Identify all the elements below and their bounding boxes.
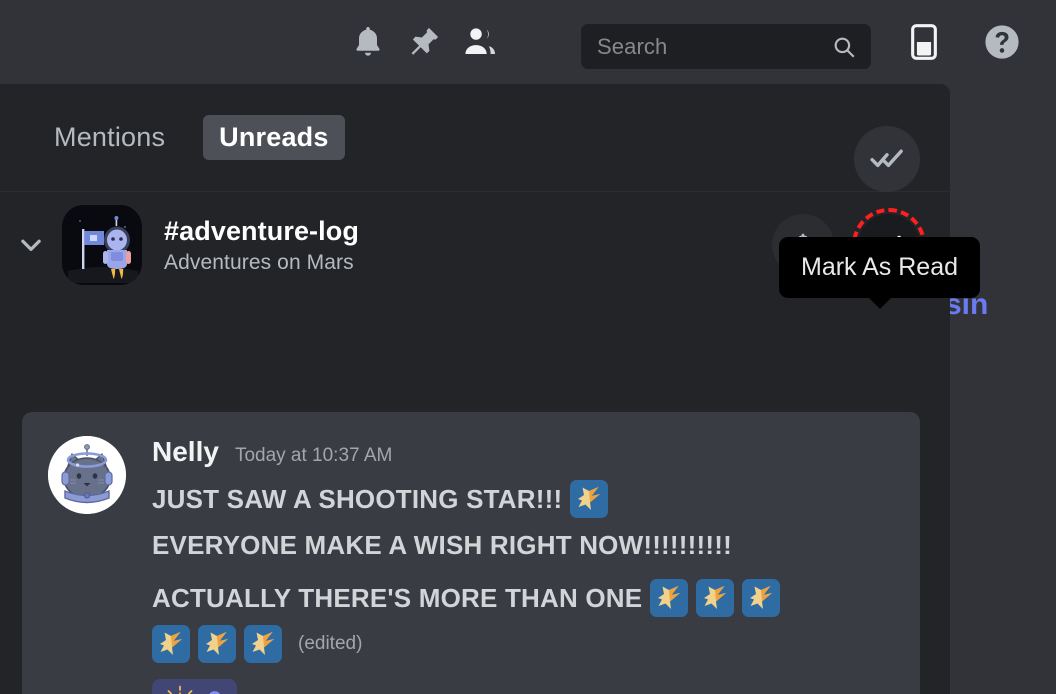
message-trailing-emoji-row: (edited) [152,625,780,663]
search-icon [831,34,857,60]
unread-message-card[interactable]: Nelly Today at 10:37 AM JUST SAW A SHOOT… [22,412,920,694]
pinned-messages-icon[interactable] [396,14,452,70]
search-input[interactable]: Search [581,24,871,69]
unreads-popup-panel: Mentions Unreads #adventure-log Adventur… [0,84,981,694]
edited-label: (edited) [298,633,363,654]
shooting-star-emoji [650,579,689,617]
tab-mentions[interactable]: Mentions [38,115,181,160]
chevron-down-icon[interactable] [0,230,62,260]
message-body: Nelly Today at 10:37 AM JUST SAW A SHOOT… [152,436,781,694]
message-line-2-text: EVERYONE MAKE A WISH RIGHT NOW!!!!!!!!!! [152,530,732,560]
message-author[interactable]: Nelly [152,436,219,468]
message-line-1-text: JUST SAW A SHOOTING STAR!!! [152,483,563,514]
member-list-icon[interactable] [452,14,508,70]
shooting-star-emoji [152,625,190,663]
help-icon[interactable] [974,14,1030,70]
message-line-3-text: ACTUALLY THERE'S MORE THAN ONE [152,582,643,613]
shooting-star-emoji [696,579,735,617]
mark-as-read-tooltip: Mark As Read [779,237,981,309]
discord-app-window: sin Search Mentions Unreads #adventure-l… [0,0,1056,694]
glowing-star-emoji [164,685,196,694]
channel-topic: Adventures on Mars [164,250,354,274]
tab-unreads[interactable]: Unreads [203,115,345,160]
astronaut-mars-icon [62,205,142,285]
notifications-bell-icon[interactable] [340,14,396,70]
shooting-star-emoji [570,480,609,518]
search-placeholder: Search [597,33,668,59]
tooltip-arrow [867,297,892,309]
unreads-popup-content: Mentions Unreads #adventure-log Adventur… [0,84,950,694]
avatar[interactable] [48,436,126,514]
message-reaction[interactable]: 2 [152,679,238,694]
message-inner: Nelly Today at 10:37 AM JUST SAW A SHOOT… [48,436,781,694]
inbox-icon[interactable] [896,14,952,70]
toolbar-right-group [896,0,1030,84]
popup-tab-bar: Mentions Unreads [0,84,950,192]
shooting-star-emoji [742,579,781,617]
reaction-count: 2 [208,687,221,694]
channel-name[interactable]: #adventure-log [164,216,359,247]
message-header: Nelly Today at 10:37 AM [152,436,780,468]
top-toolbar: Search [0,0,1056,84]
shooting-star-emoji [198,625,236,663]
mark-all-read-button[interactable] [854,126,920,192]
channel-text-block: #adventure-log Adventures on Mars [164,216,359,275]
message-timestamp: Today at 10:37 AM [234,445,393,466]
message-line-1: JUST SAW A SHOOTING STAR!!! [152,480,780,518]
message-line-2: EVERYONE MAKE A WISH RIGHT NOW!!!!!!!!!! [152,530,780,561]
tooltip-label: Mark As Read [801,253,959,281]
double-check-icon [870,142,904,176]
shooting-star-emoji [244,625,282,663]
message-line-3: ACTUALLY THERE'S MORE THAN ONE [152,579,781,617]
toolbar-icon-group [340,0,508,84]
